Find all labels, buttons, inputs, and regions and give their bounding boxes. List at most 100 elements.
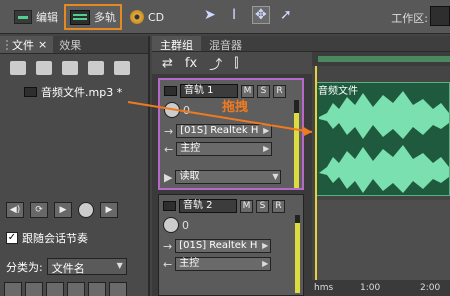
track-1-record-button[interactable]: R [273,84,286,98]
file-filter-toolbar [4,282,127,296]
track-1-automation-row: ▶ 读取 ▼ [164,170,282,184]
sends-toggle-icon[interactable]: ⤴ [209,54,222,73]
filter-options-icon[interactable] [109,282,127,296]
input-arrow-icon: → [164,124,174,138]
track-2-header[interactable]: 音轨 2 M S R 0 → [01S] Realtek H ▶ ← 主控 ▶ [158,194,304,296]
show-audio-icon[interactable] [4,282,22,296]
track-1-output-select[interactable]: 主控 ▶ [176,142,273,156]
tab-main-group[interactable]: 主群组 [152,36,201,52]
audio-file-icon [24,87,37,97]
preview-volume-knob[interactable] [78,202,94,218]
effects-toggle-icon[interactable]: fx [185,56,197,71]
tab-files[interactable]: 文件 × [0,36,54,53]
track-1-automation-select[interactable]: 读取 ▼ [175,170,282,184]
cd-view-label: CD [148,10,165,24]
close-file-icon[interactable] [36,61,52,75]
sort-select[interactable]: 文件名 [46,258,127,275]
eq-toggle-icon[interactable]: ⫿ [234,56,238,71]
close-icon[interactable]: × [38,38,47,51]
clip-waveform [319,91,449,193]
track-1-input-row: → [01S] Realtek H ▶ [164,124,273,138]
view-options-icon[interactable] [114,61,130,75]
files-panel: 文件 × 效果 音频文件.mp3 * ◀) ⟳ ▶ ▶ ✓ 跟随会话节奏 分类为… [0,36,150,296]
play-icon[interactable]: ▶ [54,202,72,218]
track-1-input-select[interactable]: [01S] Realtek H ▶ [176,124,273,138]
follow-session-tempo[interactable]: ✓ 跟随会话节奏 [6,230,88,246]
track-1-output-row: ← 主控 ▶ [164,142,273,156]
multitrack-view-label: 多轨 [94,11,116,24]
list-item[interactable]: 音频文件.mp3 * [24,84,148,100]
track-1-output-value: 主控 [180,143,201,154]
show-cd-icon[interactable] [88,282,106,296]
track-1-volume-knob[interactable] [164,102,180,118]
show-loops-icon[interactable] [25,282,43,296]
track-2-output-row: ← 主控 ▶ [163,257,272,271]
panel-grip-icon [6,39,8,50]
insert-to-track-icon[interactable] [62,61,78,75]
track-2-output-value: 主控 [179,258,200,269]
preview-transport: ◀) ⟳ ▶ ▶ [6,202,118,218]
track-1-volume-value: 0 [183,103,190,117]
expand-icon[interactable]: ▶ [164,171,172,184]
chevron-down-icon: ▼ [272,172,279,181]
edit-view-button[interactable]: 编辑 [10,4,62,30]
show-midi-icon[interactable] [67,282,85,296]
chevron-right-icon: ▶ [263,126,270,135]
speaker-icon[interactable]: ◀) [6,202,24,218]
follow-session-checkbox[interactable]: ✓ [6,232,18,244]
track-2-volume-knob[interactable] [163,217,179,233]
main-tabs: 主群组 混音器 [152,36,450,52]
auto-play-icon[interactable]: ▶ [100,202,118,218]
track-2-level-meter [295,215,300,293]
loop-icon[interactable]: ⟳ [30,202,48,218]
timeline-overview-bar[interactable] [312,52,450,66]
cd-view-button[interactable]: CD [126,4,168,30]
main-toolbar: 编辑 多轨 CD ➤ I ✥ ➚ 工作区: [0,0,450,34]
hybrid-tool-icon[interactable]: ➚ [280,8,292,22]
import-file-icon[interactable] [10,61,26,75]
track-2-meter-fill [295,222,300,293]
track-1-automation-value: 读取 [179,171,200,182]
audio-track-icon [163,201,176,211]
playhead[interactable] [315,66,317,296]
follow-session-label: 跟随会话节奏 [22,232,88,245]
insert-to-cd-icon[interactable] [88,61,104,75]
track-1-header[interactable]: 音轨 1 M S R 0 → [01S] Realtek H ▶ ← 主控 ▶ ▶ … [158,78,304,190]
app-window: 编辑 多轨 CD ➤ I ✥ ➚ 工作区: 文件 × 效果 音频文件.mp3 *… [0,0,450,296]
multitrack-icon [70,9,90,25]
timeline-area[interactable]: 音频文件 hms 1:00 2:00 [312,52,450,296]
cursor-tool-icon[interactable]: ➤ [204,8,216,22]
track-2-mute-button[interactable]: M [240,199,253,213]
move-tool-icon[interactable]: ✥ [252,6,270,24]
sort-label: 分类为: [6,260,43,274]
audio-track-icon [164,86,177,96]
track-2-solo-button[interactable]: S [256,199,269,213]
show-video-icon[interactable] [46,282,64,296]
time-ruler[interactable]: hms 1:00 2:00 [312,280,450,296]
tab-mixer[interactable]: 混音器 [201,36,250,52]
file-list: 音频文件.mp3 * [0,84,148,188]
track-2-record-button[interactable]: R [272,199,285,213]
output-arrow-icon: ← [163,257,173,271]
files-panel-tabs: 文件 × 效果 [0,36,148,54]
workspace-dropdown[interactable] [430,6,450,26]
input-arrow-icon: → [163,239,173,253]
track-2-lane[interactable] [316,200,450,292]
tab-effects[interactable]: 效果 [53,36,87,53]
track-2-input-value: [01S] Realtek H [179,240,258,251]
time-selection-tool-icon[interactable]: I [232,8,236,22]
track-2-input-select[interactable]: [01S] Realtek H ▶ [175,239,272,253]
track-1-input-value: [01S] Realtek H [180,125,259,136]
audio-clip[interactable] [316,82,450,196]
tab-files-label: 文件 [12,38,34,52]
track-2-output-select[interactable]: 主控 ▶ [175,257,272,271]
track-2-volume-row: 0 [163,217,189,233]
chevron-right-icon: ▶ [262,259,269,268]
track-2-name[interactable]: 音轨 2 [179,199,237,213]
multitrack-view-button[interactable]: 多轨 [64,4,122,30]
sort-select-value: 文件名 [51,262,85,275]
io-toggle-icon[interactable]: ⇄ [162,56,173,71]
track-1-solo-button[interactable]: S [257,84,270,98]
file-name: 音频文件.mp3 * [41,86,123,99]
edit-view-label: 编辑 [36,11,58,24]
